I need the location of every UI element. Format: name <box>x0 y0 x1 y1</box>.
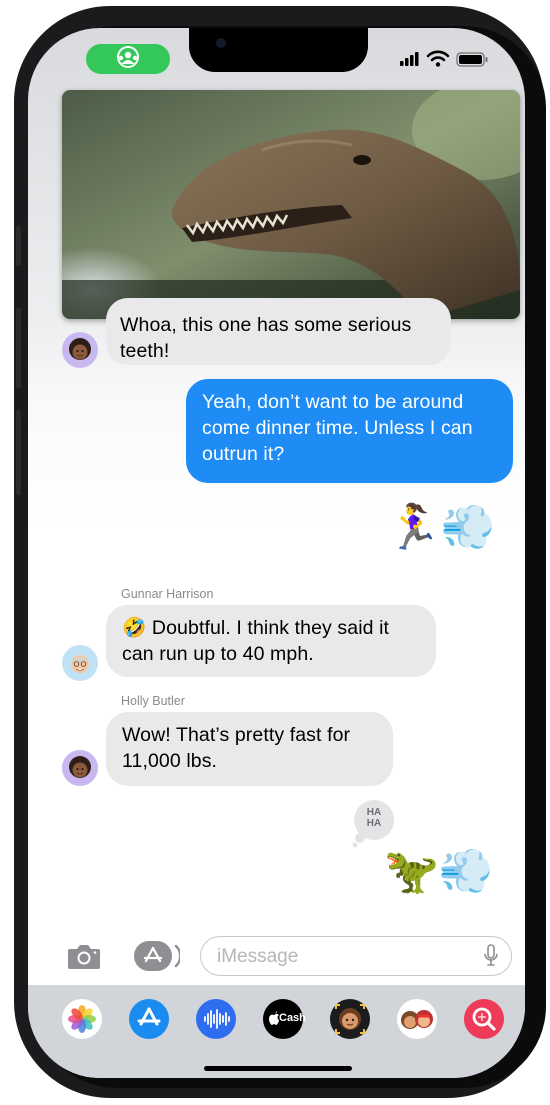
side-button-silent <box>16 226 21 266</box>
message-input-field[interactable]: iMessage <box>200 936 512 976</box>
apps-button[interactable] <box>132 938 182 974</box>
sticker-runner-dash[interactable]: 🏃‍♀️💨 <box>386 498 516 560</box>
memoji-icon <box>335 1004 365 1034</box>
camera-button[interactable] <box>66 940 102 972</box>
memoji-app-button[interactable] <box>330 999 370 1039</box>
message-bubble-received[interactable]: Wow! That’s pretty fast for 11,000 lbs. <box>106 712 393 786</box>
avatar-gunnar-harrison[interactable] <box>62 645 98 681</box>
message-text: Whoa, this one has some serious teeth! <box>120 314 412 362</box>
message-bubble-received[interactable]: Whoa, this one has some serious teeth! <box>106 298 451 365</box>
message-bubble-sent[interactable]: Yeah, don’t want to be around come dinne… <box>186 379 513 483</box>
message-bubble-received[interactable]: 🤣 Doubtful. I think they said it can run… <box>106 605 436 677</box>
camera-icon <box>68 945 100 969</box>
app-store-icon <box>134 941 182 971</box>
sticker-dinosaur-dash[interactable]: 🦖💨 <box>384 842 516 904</box>
message-text: Wow! That’s pretty fast for 11,000 lbs. <box>122 724 351 772</box>
phone-screen: Whoa, this one has some serious teeth! Y… <box>28 28 525 1078</box>
memoji-stickers-app-button[interactable] <box>397 999 437 1039</box>
audio-message-app-button[interactable] <box>196 999 236 1039</box>
app-drawer: Cash <box>28 985 525 1078</box>
sticker-emoji: 🏃‍♀️💨 <box>386 503 496 552</box>
message-text: Doubtful. I think they said it can run u… <box>122 617 390 665</box>
side-button-volume-up <box>16 308 21 388</box>
message-text: Yeah, don’t want to be around come dinne… <box>202 391 473 465</box>
message-emoji: 🤣 <box>122 617 147 639</box>
images-app-button[interactable] <box>464 999 504 1039</box>
memoji-avatar-icon <box>69 338 91 360</box>
memoji-avatar-icon <box>69 756 91 778</box>
app-store-icon <box>137 1007 161 1026</box>
message-input-placeholder: iMessage <box>217 946 299 967</box>
sender-name: Holly Butler <box>121 694 185 708</box>
audio-waveform-icon <box>204 1009 230 1029</box>
image-search-icon <box>472 1007 496 1031</box>
photos-icon <box>68 1005 96 1033</box>
memoji-stickers-icon <box>401 1010 433 1029</box>
microphone-icon[interactable] <box>483 944 499 968</box>
avatar-holly-butler[interactable] <box>62 750 98 786</box>
conversation-transcript: Whoa, this one has some serious teeth! Y… <box>28 28 525 1078</box>
apple-cash-app-button[interactable]: Cash <box>263 999 306 1039</box>
side-button-volume-down <box>16 410 21 495</box>
sender-name: Gunnar Harrison <box>121 587 214 601</box>
memoji-avatar-icon <box>71 655 89 673</box>
photos-app-button[interactable] <box>62 999 102 1039</box>
avatar-holly-butler[interactable] <box>62 332 98 368</box>
tapback-haha[interactable]: HA HA <box>352 798 396 848</box>
sticker-emoji: 🦖💨 <box>384 847 494 896</box>
app-store-app-button[interactable] <box>129 999 169 1039</box>
tapback-label: HA HA <box>366 807 382 829</box>
home-indicator[interactable] <box>204 1066 352 1071</box>
apple-cash-label: Cash <box>279 1012 306 1024</box>
